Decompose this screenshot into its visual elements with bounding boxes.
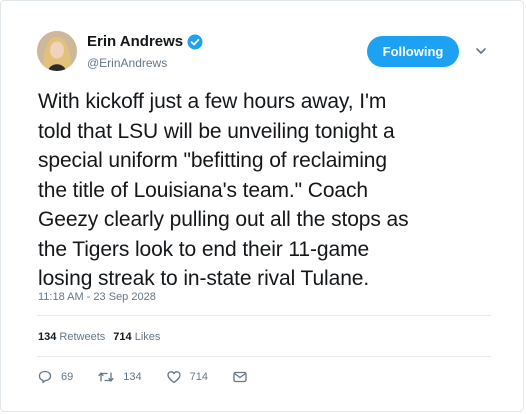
tweet-text-line: special uniform "befitting of reclaiming (38, 149, 387, 172)
retweets-stat[interactable]: 134 Retweets (38, 331, 105, 343)
direct-message-button[interactable] (232, 369, 256, 385)
tweet-timestamp[interactable]: 11:18 AM - 23 Sep 2028 (38, 291, 156, 303)
direct-message-icon (233, 371, 247, 383)
tweet-text-line: With kickoff just a few hours away, I'm (38, 90, 387, 113)
author-handle[interactable]: @ErinAndrews (87, 56, 167, 70)
chevron-down-icon[interactable] (471, 41, 491, 61)
author-name-row: Erin Andrews (87, 33, 203, 50)
verified-badge-icon (187, 34, 203, 50)
like-count: 714 (189, 371, 208, 383)
retweet-count: 134 (123, 371, 142, 383)
following-button[interactable]: Following (367, 36, 459, 67)
tweet-text-line: losing streak to in-state rival Tulane. (38, 267, 370, 290)
retweets-stat-label: Retweets (59, 331, 106, 343)
author-display-name[interactable]: Erin Andrews (87, 33, 183, 50)
likes-stat-count: 714 (113, 331, 132, 343)
likes-stat[interactable]: 714 Likes (113, 331, 160, 343)
divider (37, 356, 491, 357)
tweet-text: With kickoff just a few hours away, I'm … (38, 87, 508, 294)
like-button[interactable]: 714 (166, 369, 208, 385)
avatar[interactable] (37, 31, 77, 71)
reply-icon (38, 370, 52, 384)
likes-stat-label: Likes (134, 331, 161, 343)
reply-button[interactable]: 69 (37, 369, 73, 385)
tweet-stats: 134 Retweets 714 Likes (38, 331, 160, 343)
tweet-text-line: Geezy clearly pulling out all the stops … (38, 208, 409, 231)
retweets-stat-count: 134 (38, 331, 57, 343)
tweet-text-line: the Tigers look to end their 11-game (38, 237, 370, 261)
reply-count: 69 (61, 371, 74, 383)
retweet-icon (98, 372, 114, 382)
tweet-card: Erin Andrews @ErinAndrews Following With… (0, 0, 524, 412)
tweet-actions: 69 134 714 (37, 369, 280, 385)
tweet-text-line: told that LSU will be unveiling tonight … (38, 119, 395, 143)
tweet-text-line: the title of Louisiana's team." Coach (38, 178, 368, 202)
divider (37, 315, 491, 316)
like-icon (166, 371, 181, 384)
retweet-button[interactable]: 134 (97, 369, 142, 385)
